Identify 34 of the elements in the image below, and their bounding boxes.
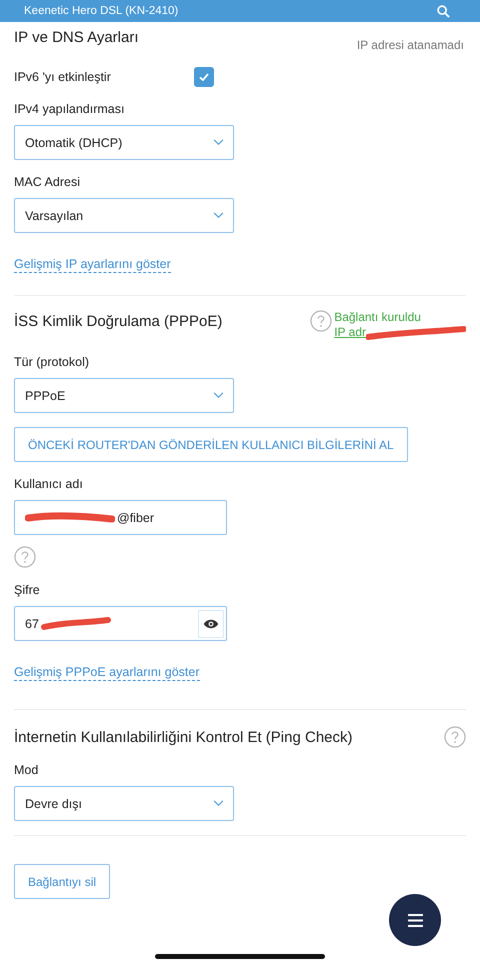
section-title: İnternetin Kullanılabilirliğini Kontrol Et (Ping Check): [14, 728, 352, 748]
field-label: Şifre: [14, 582, 41, 598]
field-label: Tür (protokol): [14, 354, 90, 370]
field-label: IPv4 yapılandırması: [14, 101, 126, 117]
checkbox-label: IPv6 'yı etkinleştir: [14, 69, 111, 85]
input-field[interactable]: @fiber: [14, 500, 227, 535]
field-label: MAC Adresi: [14, 174, 81, 190]
menu-icon: [408, 914, 422, 926]
section-title: İSS Kimlik Doğrulama (PPPoE): [14, 312, 222, 332]
field-label: Kullanıcı adı: [14, 476, 84, 492]
checkmark-icon: [198, 71, 210, 83]
menu-button[interactable]: [389, 894, 441, 946]
device-title: Keenetic Hero DSL (KN-2410): [24, 5, 178, 17]
connection-status: IP adr: [334, 325, 366, 340]
chevron-icon: [213, 800, 224, 807]
chevron-icon: [213, 212, 224, 219]
checkbox[interactable]: [194, 67, 214, 87]
password-field[interactable]: 67: [14, 606, 227, 641]
dropdown[interactable]: PPPoE: [14, 378, 234, 413]
eye-icon: [203, 618, 219, 628]
section-title: IP ve DNS Ayarları: [14, 28, 138, 48]
chevron-icon: [213, 392, 224, 399]
dropdown[interactable]: Otomatik (DHCP): [14, 125, 234, 160]
help-icon[interactable]: [444, 726, 466, 748]
connection-status: IP adresi atanamadı: [356, 38, 464, 53]
help-icon[interactable]: [310, 310, 332, 332]
dropdown[interactable]: Devre dışı: [14, 786, 234, 821]
dropdown[interactable]: Varsayılan: [14, 198, 234, 233]
field-label: Mod: [14, 762, 40, 778]
show-password-button[interactable]: [198, 610, 224, 638]
search-icon[interactable]: [437, 4, 450, 18]
chevron-icon: [213, 139, 224, 146]
help-icon[interactable]: [14, 546, 36, 568]
connection-status: Bağlantı kuruldu: [334, 310, 421, 325]
